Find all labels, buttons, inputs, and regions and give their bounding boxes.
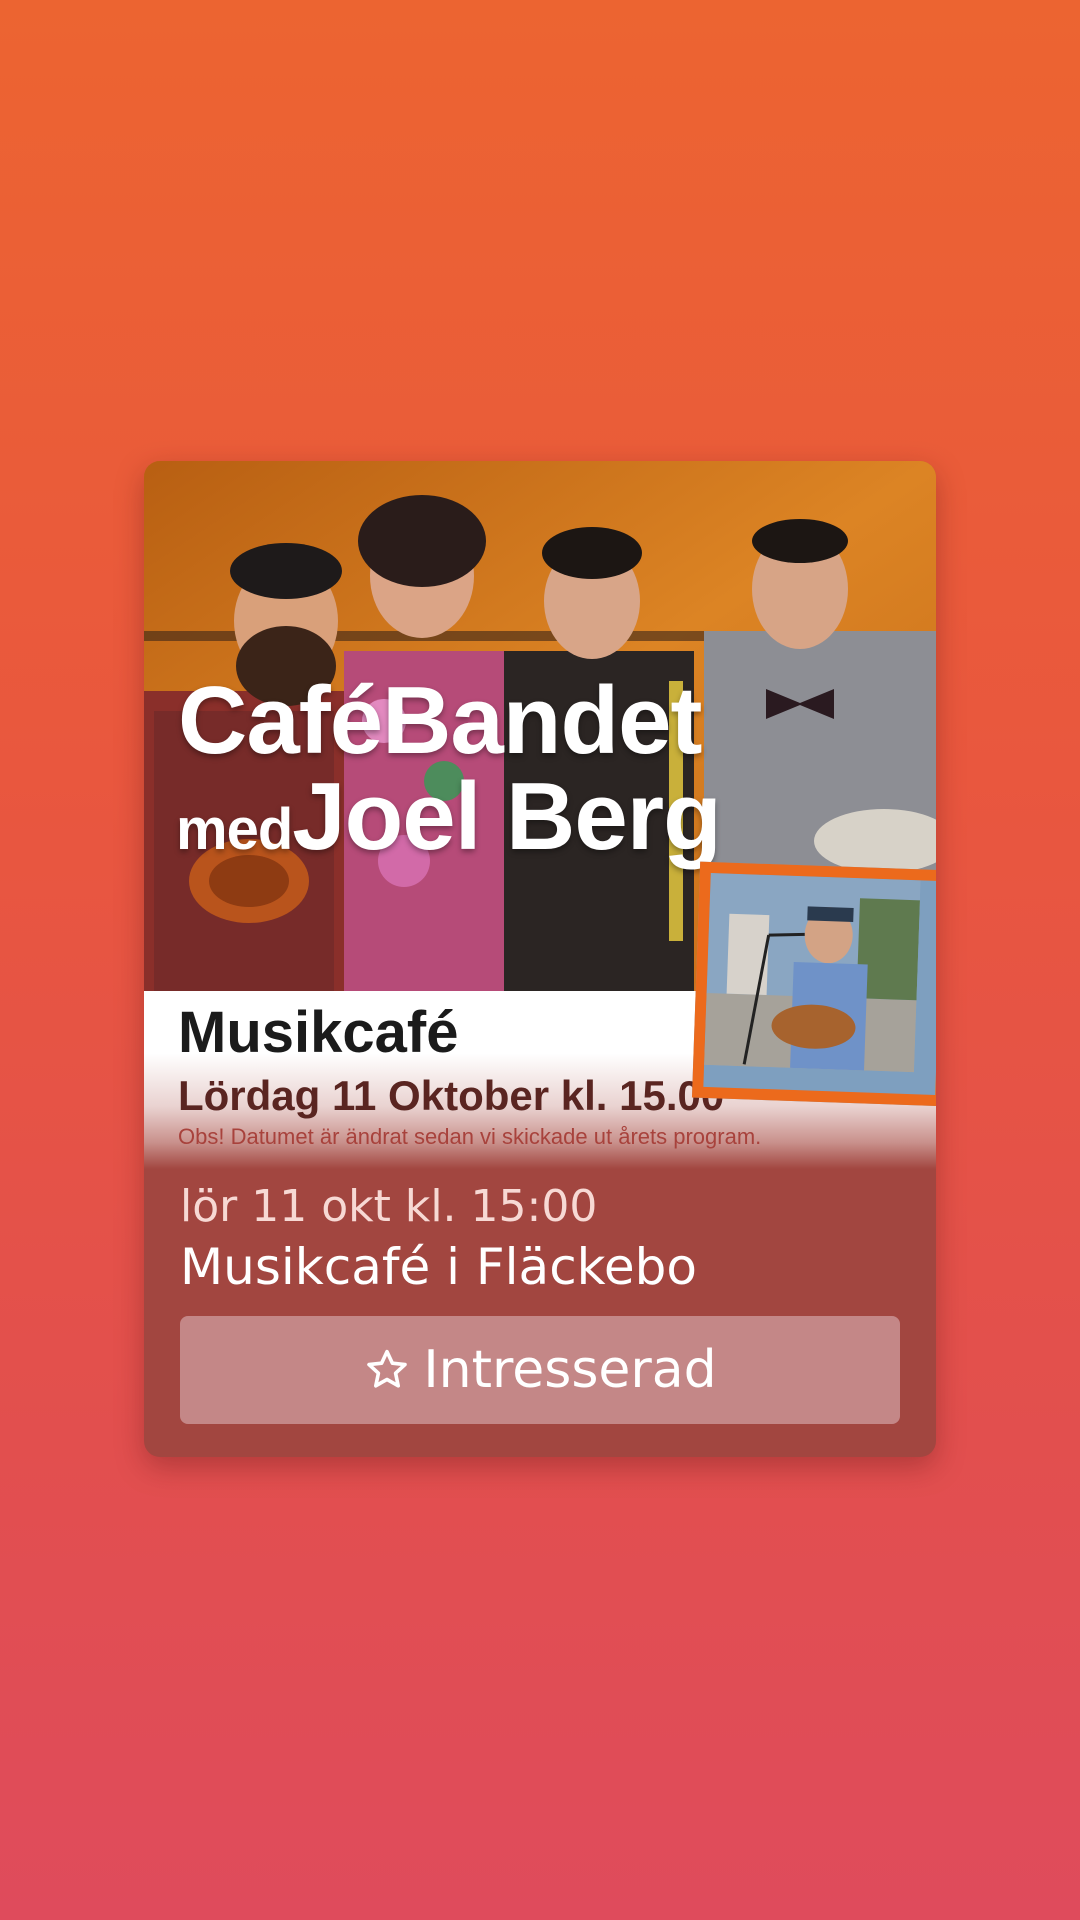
event-date: lör 11 okt kl. 15:00 <box>180 1181 598 1232</box>
event-card[interactable]: CaféBandet medJoel Berg Musikcafé Lördag… <box>144 461 936 1457</box>
poster-heading: Musikcafé <box>178 1000 459 1065</box>
poster-subtitle-prefix: med <box>176 797 293 862</box>
event-info: lör 11 okt kl. 15:00 Musikcafé i Fläckeb… <box>180 1179 900 1299</box>
poster-subtitle-main: Joel Berg <box>292 763 721 870</box>
poster-date: Lördag 11 Oktober kl. 15.00 <box>178 1072 725 1119</box>
poster-note: Obs! Datumet är ändrat sedan vi skickade… <box>178 1124 762 1149</box>
event-poster-image: CaféBandet medJoel Berg Musikcafé Lördag… <box>144 461 936 1169</box>
poster-subtitle: medJoel Berg <box>176 767 722 895</box>
guest-artist-photo <box>691 861 936 1107</box>
event-title[interactable]: Musikcafé i Fläckebo <box>180 1235 900 1299</box>
interested-button[interactable]: Intresserad <box>180 1316 900 1424</box>
star-outline-icon <box>367 1349 408 1388</box>
poster-title: CaféBandet <box>178 667 702 774</box>
interested-button-label: Intresserad <box>423 1340 717 1400</box>
